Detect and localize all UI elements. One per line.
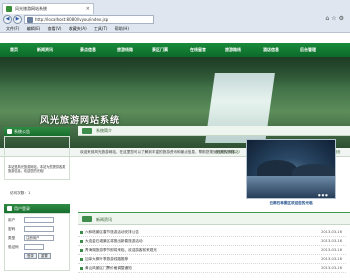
intro-header: 系统简介 — [78, 126, 350, 136]
nav-tickets[interactable]: 景区门票 — [152, 43, 168, 57]
login-button[interactable]: 登录 — [24, 253, 37, 259]
login-form: 用户 密码 类型 注册用户 验证码 登录 重置 — [4, 213, 70, 271]
user-login-header: 用户登录 — [4, 204, 70, 213]
captcha-row: 验证码 — [8, 243, 68, 251]
news-item-title[interactable]: 六和塔景区春节旅游活动安排公告 — [85, 228, 139, 237]
visit-counter: 访问次数：1 — [10, 191, 30, 196]
news-item-title[interactable]: 大连金石滩景区将推出新春旅游活动 — [85, 237, 143, 246]
gear-icon[interactable]: ⚙ — [339, 15, 346, 22]
nav-message[interactable]: 在线留言 — [190, 43, 206, 57]
url-text: http://localhost:8080/lvyou/index.jsp — [35, 17, 109, 22]
news-item[interactable]: 六和塔景区春节旅游活动安排公告 2013-03-16 — [78, 228, 346, 237]
menu-favorites[interactable]: 收藏夹(A) — [69, 26, 87, 31]
bullet-icon — [80, 267, 83, 270]
news-item[interactable]: 黄山风景区门票价格调整通知 2013-03-16 — [78, 264, 346, 273]
intro-icon — [82, 128, 92, 134]
star-icon[interactable]: ☆ — [331, 15, 338, 22]
news-item-date: 2013-03-16 — [321, 230, 342, 234]
nav-hotel[interactable]: 酒店信息 — [263, 43, 279, 57]
button-row: 登录 重置 — [8, 252, 68, 260]
role-row: 类型 注册用户 — [8, 234, 68, 242]
nav-travel[interactable]: 旅游路线 — [225, 43, 241, 57]
menu-edit[interactable]: 编辑(E) — [27, 26, 41, 31]
menu-file[interactable]: 文件(F) — [6, 26, 19, 31]
counter-label: 访问次数： — [10, 191, 28, 195]
bullet-icon — [80, 240, 83, 243]
news-item[interactable]: 青海湖旅游季节即将来临，欢迎游客前来观光 2013-03-16 — [78, 246, 346, 255]
notice-icon — [7, 129, 12, 134]
banner-title: 风光旅游网站系统 — [40, 116, 121, 126]
browser-tab[interactable]: 风光旅游网站系统 × — [2, 3, 94, 14]
news-icon — [82, 216, 92, 222]
back-icon[interactable]: ◀ — [3, 15, 12, 24]
nav-home[interactable]: 首页 — [10, 43, 18, 57]
news-item-date: 2013-03-16 — [321, 266, 342, 270]
username-row: 用户 — [8, 216, 68, 224]
favicon-icon — [6, 6, 12, 12]
counter-value: 1 — [27, 191, 31, 195]
browser-toolbar-icons: ⌂☆⚙ — [325, 15, 346, 22]
browser-menu-bar: 文件(F) 编辑(E) 查看(V) 收藏夹(A) 工具(T) 帮助(H) — [0, 25, 350, 33]
news-item-title[interactable]: 黄山风景区门票价格调整通知 — [85, 264, 132, 273]
role-label: 类型 — [8, 236, 16, 240]
nav-scenic[interactable]: 景点信息 — [80, 43, 96, 57]
intro-title: 系统简介 — [96, 128, 112, 133]
nav-news[interactable]: 新闻资讯 — [37, 43, 53, 57]
news-item-title[interactable]: 青海湖旅游季节即将来临，欢迎游客前来观光 — [85, 246, 157, 255]
news-header: 新闻资讯 — [78, 212, 350, 225]
menu-tools[interactable]: 工具(T) — [94, 26, 108, 31]
notice-text: 本站是风光旅游网站，本站为您提供各类旅游信息，欢迎您的光临！ — [8, 165, 66, 173]
role-select[interactable]: 注册用户 — [24, 235, 54, 241]
scenic-photo[interactable] — [246, 139, 336, 199]
news-item[interactable]: 加拿大枫叶季旅游线路推荐 2013-03-16 — [78, 255, 346, 264]
password-label: 密码 — [8, 227, 16, 231]
bullet-icon — [80, 231, 83, 234]
notice-title: 系统公告 — [14, 129, 30, 134]
notice-body: 本站是风光旅游网站，本站为您提供各类旅游信息，欢迎您的光临！ — [4, 136, 70, 180]
nav-routes[interactable]: 旅游线路 — [117, 43, 133, 57]
banner-trees — [0, 57, 350, 87]
slideshow-dots[interactable]: ● ● ● — [318, 193, 328, 197]
intro-text: 欢迎来到风光旅游网站，在这里您可以了解到丰富的旅游资讯和景点信息，帮助您规划完美… — [80, 150, 239, 154]
news-item-date: 2013-03-16 — [321, 239, 342, 243]
address-bar[interactable]: http://localhost:8080/lvyou/index.jsp — [24, 15, 154, 24]
news-item-date: 2013-03-16 — [321, 257, 342, 261]
news-item-date: 2013-03-16 — [321, 248, 342, 252]
user-login-title: 用户登录 — [14, 206, 30, 211]
browser-chrome: 风光旅游网站系统 × ◀ ▶ http://localhost:8080/lvy… — [0, 0, 350, 33]
left-column: 系统公告 本站是风光旅游网站，本站为您提供各类旅游信息，欢迎您的光临！ 访问次数… — [4, 127, 70, 280]
news-item-title[interactable]: 加拿大枫叶季旅游线路推荐 — [85, 255, 128, 264]
forward-icon[interactable]: ▶ — [13, 15, 22, 24]
captcha-input[interactable] — [24, 244, 44, 250]
news-title: 新闻资讯 — [96, 217, 112, 222]
bullet-icon — [80, 249, 83, 252]
reset-button[interactable]: 重置 — [38, 253, 51, 259]
username-input[interactable] — [24, 217, 54, 223]
bullet-icon — [80, 258, 83, 261]
close-tab-icon[interactable]: × — [86, 4, 90, 14]
photo-caption[interactable]: 云南石林景区欢迎您的光临 — [246, 201, 336, 206]
main-nav: 首页 新闻资讯 景点信息 旅游线路 景区门票 在线留言 旅游路线 酒店信息 后台… — [0, 43, 350, 57]
nav-admin[interactable]: 后台管理 — [300, 43, 316, 57]
news-item[interactable]: 大连金石滩景区将推出新春旅游活动 2013-03-16 — [78, 237, 346, 246]
user-icon — [7, 206, 12, 211]
tab-title: 风光旅游网站系统 — [15, 6, 47, 11]
menu-view[interactable]: 查看(V) — [48, 26, 62, 31]
notice-header: 系统公告 — [4, 127, 70, 136]
site-icon — [27, 17, 33, 23]
address-row: ◀ ▶ http://localhost:8080/lvyou/index.js… — [0, 14, 350, 25]
password-row: 密码 — [8, 225, 68, 233]
username-label: 用户 — [8, 218, 16, 222]
password-input[interactable] — [24, 226, 54, 232]
captcha-label: 验证码 — [8, 245, 19, 249]
menu-help[interactable]: 帮助(H) — [115, 26, 129, 31]
